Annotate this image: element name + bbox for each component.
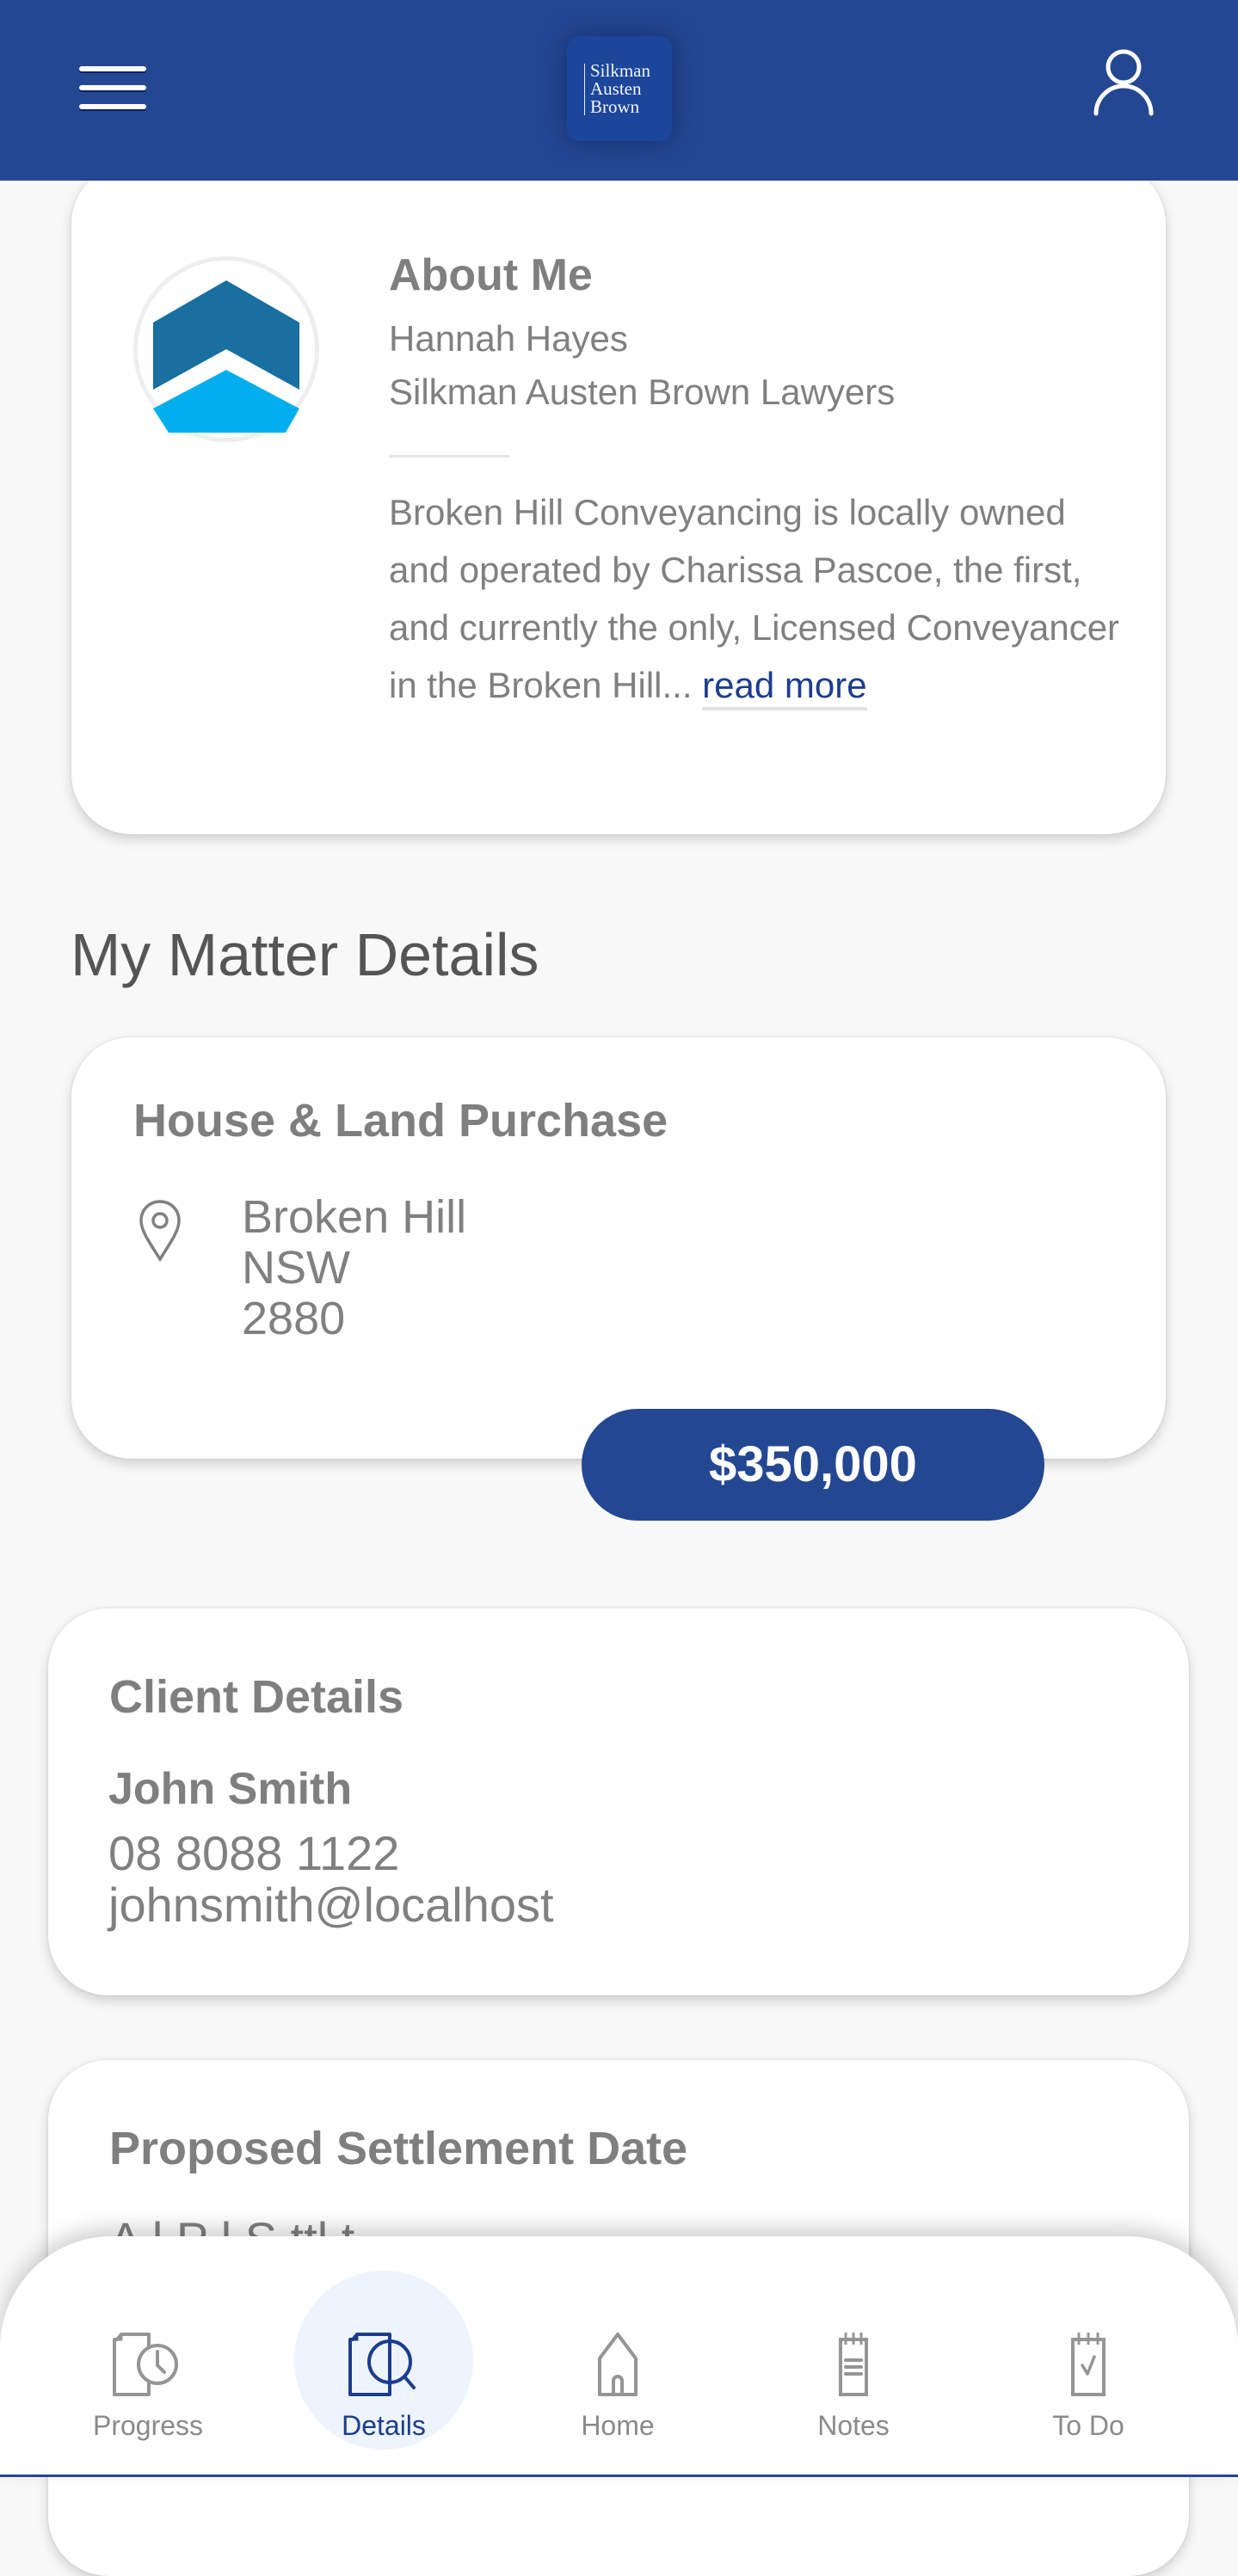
nav-label-details: Details (342, 2410, 426, 2441)
app-header: Silkman Austen Brown (0, 0, 1238, 181)
about-title: About Me (389, 250, 593, 300)
hamburger-line (79, 85, 146, 90)
logo-divider (584, 64, 585, 115)
matter-type: House & Land Purchase (133, 1095, 668, 1147)
section-title: My Matter Details (71, 921, 539, 988)
client-phone[interactable]: 08 8088 1122 (108, 1825, 399, 1881)
company-logo-icon (153, 280, 299, 433)
nav-item-notes[interactable]: Notes (759, 2271, 948, 2460)
hamburger-line (79, 104, 146, 109)
profile-button[interactable] (1091, 48, 1156, 117)
settlement-title: Proposed Settlement Date (109, 2123, 688, 2174)
nav-label-progress: Progress (92, 2410, 204, 2441)
user-profile-icon (1093, 49, 1154, 116)
hamburger-menu-icon (79, 66, 146, 71)
checklist-icon (1071, 2333, 1106, 2396)
avatar (133, 256, 319, 442)
logo-line-1: Silkman (590, 60, 651, 81)
logo-text: Silkman Austen Brown (590, 62, 668, 116)
about-bio: Broken Hill Conveyancing is locally owne… (389, 483, 1129, 714)
document-clock-icon (113, 2333, 178, 2396)
client-email[interactable]: johnsmith@localhost (108, 1877, 554, 1933)
firm-name: Silkman Austen Brown Lawyers (389, 372, 896, 412)
matter-card: House & Land Purchase Broken Hill NSW 28… (71, 1037, 1166, 1459)
address-suburb: Broken Hill (242, 1191, 467, 1243)
notepad-icon (839, 2333, 868, 2396)
nav-item-details[interactable]: Details (289, 2271, 478, 2460)
map-pin-icon (139, 1200, 181, 1263)
divider (389, 455, 509, 458)
read-more-link[interactable]: read more (702, 665, 867, 710)
about-me-card: About Me Hannah Hayes Silkman Austen Bro… (71, 163, 1166, 834)
nav-item-progress[interactable]: Progress (53, 2271, 243, 2460)
bottom-navigation: Progress Details Home Notes To Do (0, 2236, 1238, 2477)
matter-address: Broken Hill NSW 2880 (242, 1192, 466, 1344)
client-details-title: Client Details (109, 1671, 404, 1723)
logo-line-2: Austen (590, 78, 642, 99)
document-search-icon (348, 2333, 416, 2396)
nav-label-home: Home (581, 2410, 655, 2441)
brand-logo[interactable]: Silkman Austen Brown (567, 36, 672, 141)
nav-item-todo[interactable]: To Do (994, 2271, 1183, 2460)
client-details-card: Client Details John Smith 08 8088 1122 j… (48, 1608, 1189, 1995)
menu-button[interactable] (79, 65, 148, 113)
nav-item-home[interactable]: Home (523, 2271, 712, 2460)
house-icon (598, 2333, 637, 2396)
nav-label-todo: To Do (1052, 2410, 1124, 2441)
logo-line-3: Brown (590, 96, 640, 117)
nav-label-notes: Notes (817, 2410, 890, 2441)
address-state: NSW (242, 1242, 350, 1294)
client-name: John Smith (108, 1764, 353, 1814)
address-postcode: 2880 (242, 1293, 346, 1344)
lawyer-name: Hannah Hayes (389, 318, 628, 359)
price-badge[interactable]: $350,000 (582, 1409, 1044, 1521)
